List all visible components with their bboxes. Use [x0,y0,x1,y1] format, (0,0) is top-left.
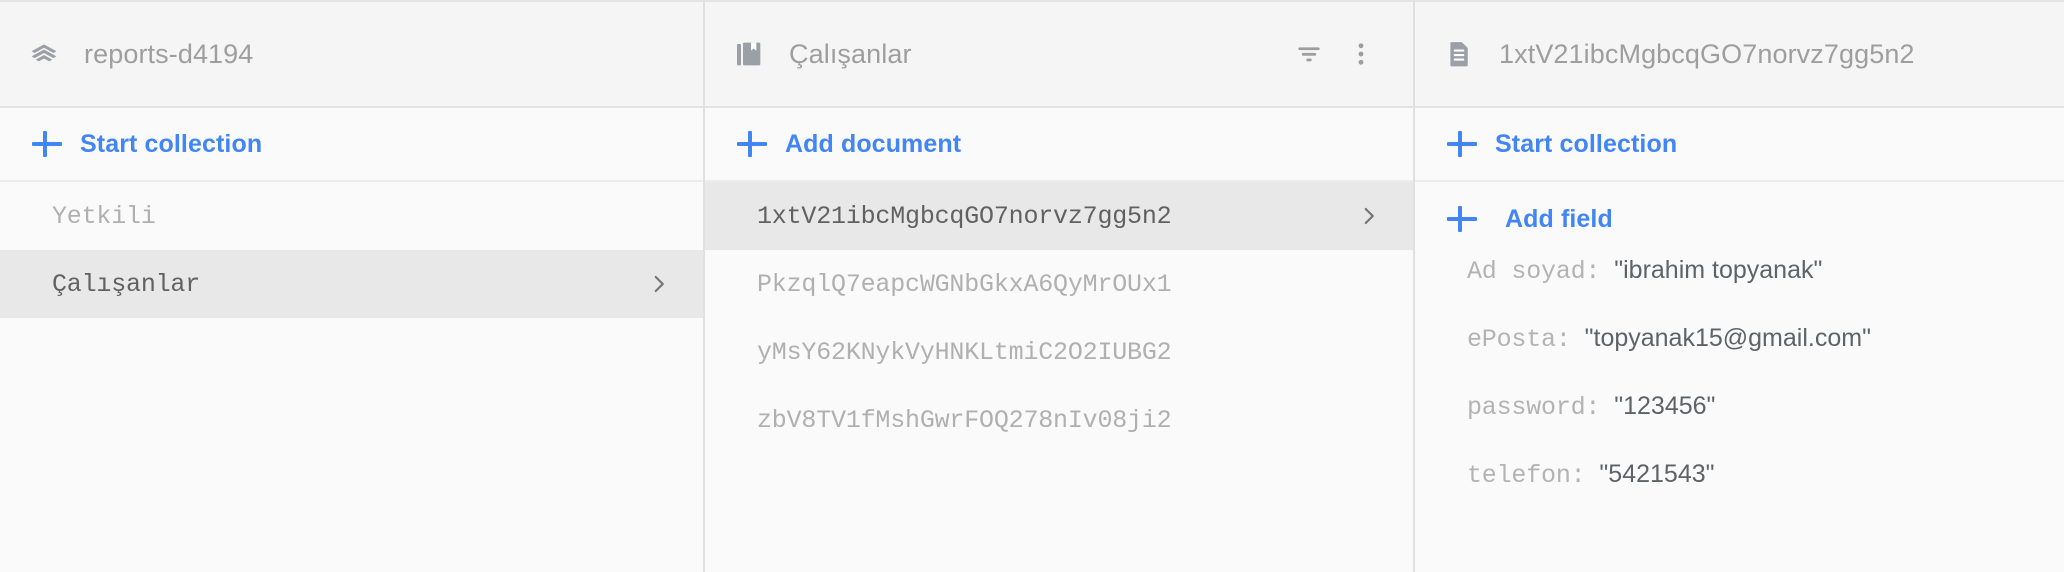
field-value: "123456" [1614,392,1716,420]
documents-panel-header: Çalışanlar [705,0,1413,108]
field-value: "ibrahim topyanak" [1614,256,1823,284]
more-vert-icon[interactable] [1339,32,1383,76]
plus-icon [735,127,769,161]
filter-icon[interactable] [1287,32,1331,76]
collections-panel-header: reports-d4194 [0,0,703,108]
field-key: ePosta: [1467,325,1571,354]
add-field-label: Add field [1505,204,1613,233]
document-item[interactable]: 1xtV21ibcMgbcqGO7norvz7gg5n2 [705,182,1413,250]
field-row[interactable]: Ad soyad: "ibrahim topyanak" [1415,256,2064,324]
start-subcollection-button[interactable]: Start collection [1415,108,2064,182]
collection-title-label: Çalışanlar [789,38,912,69]
documents-list: Add document 1xtV21ibcMgbcqGO7norvz7gg5n… [705,108,1413,572]
field-row[interactable]: ePosta: "topyanak15@gmail.com" [1415,324,2064,392]
add-field-button[interactable]: Add field [1415,182,2064,256]
document-icon [1441,36,1477,72]
plus-icon [1445,127,1479,161]
plus-icon [30,127,64,161]
field-key: password: [1467,393,1601,422]
add-document-button[interactable]: Add document [705,108,1413,182]
field-key: Ad soyad: [1467,257,1601,286]
add-document-label: Add document [785,129,962,158]
field-row[interactable]: password: "123456" [1415,392,2064,460]
document-id: zbV8TV1fMshGwrFOQ278nIv08ji2 [757,405,1172,435]
chevron-right-icon [1355,202,1383,230]
start-collection-label: Start collection [1495,129,1678,158]
field-key: telefon: [1467,461,1586,490]
field-value: "topyanak15@gmail.com" [1584,324,1871,352]
project-id-label: reports-d4194 [84,38,254,69]
chevron-right-icon [645,270,673,298]
document-id-label: 1xtV21ibcMgbcqGO7norvz7gg5n2 [1499,38,1915,69]
document-fields: Start collection Add field Ad soyad: "ib… [1415,108,2064,572]
collection-name: Çalışanlar [52,269,201,299]
document-item[interactable]: yMsY62KNykVyHNKLtmiC2O2IUBG2 [705,318,1413,386]
firebase-stack-icon [26,36,62,72]
documents-panel: Çalışanlar Add document 1xtV21ibcMgbcqGO… [705,0,1415,572]
start-collection-button[interactable]: Start collection [0,108,703,182]
document-id: PkzqlQ7eapcWGNbGkxA6QyMrOUx1 [757,269,1172,299]
collection-item-yetkili[interactable]: Yetkili [0,182,703,250]
collections-panel: reports-d4194 Start collection Yetkili Ç… [0,0,705,572]
document-id: yMsY62KNykVyHNKLtmiC2O2IUBG2 [757,337,1172,367]
document-id: 1xtV21ibcMgbcqGO7norvz7gg5n2 [757,201,1172,231]
collection-library-icon [731,36,767,72]
collection-name: Yetkili [52,201,156,231]
field-value: "5421543" [1599,460,1715,488]
plus-icon [1445,202,1479,236]
firestore-data-console: reports-d4194 Start collection Yetkili Ç… [0,0,2064,572]
document-detail-panel: 1xtV21ibcMgbcqGO7norvz7gg5n2 Start colle… [1415,0,2064,572]
collections-list: Start collection Yetkili Çalışanlar [0,108,703,572]
document-item[interactable]: zbV8TV1fMshGwrFOQ278nIv08ji2 [705,386,1413,454]
start-collection-label: Start collection [80,129,263,158]
document-detail-header: 1xtV21ibcMgbcqGO7norvz7gg5n2 [1415,0,2064,108]
collection-item-calisanlar[interactable]: Çalışanlar [0,250,703,318]
document-item[interactable]: PkzqlQ7eapcWGNbGkxA6QyMrOUx1 [705,250,1413,318]
field-row[interactable]: telefon: "5421543" [1415,460,2064,528]
